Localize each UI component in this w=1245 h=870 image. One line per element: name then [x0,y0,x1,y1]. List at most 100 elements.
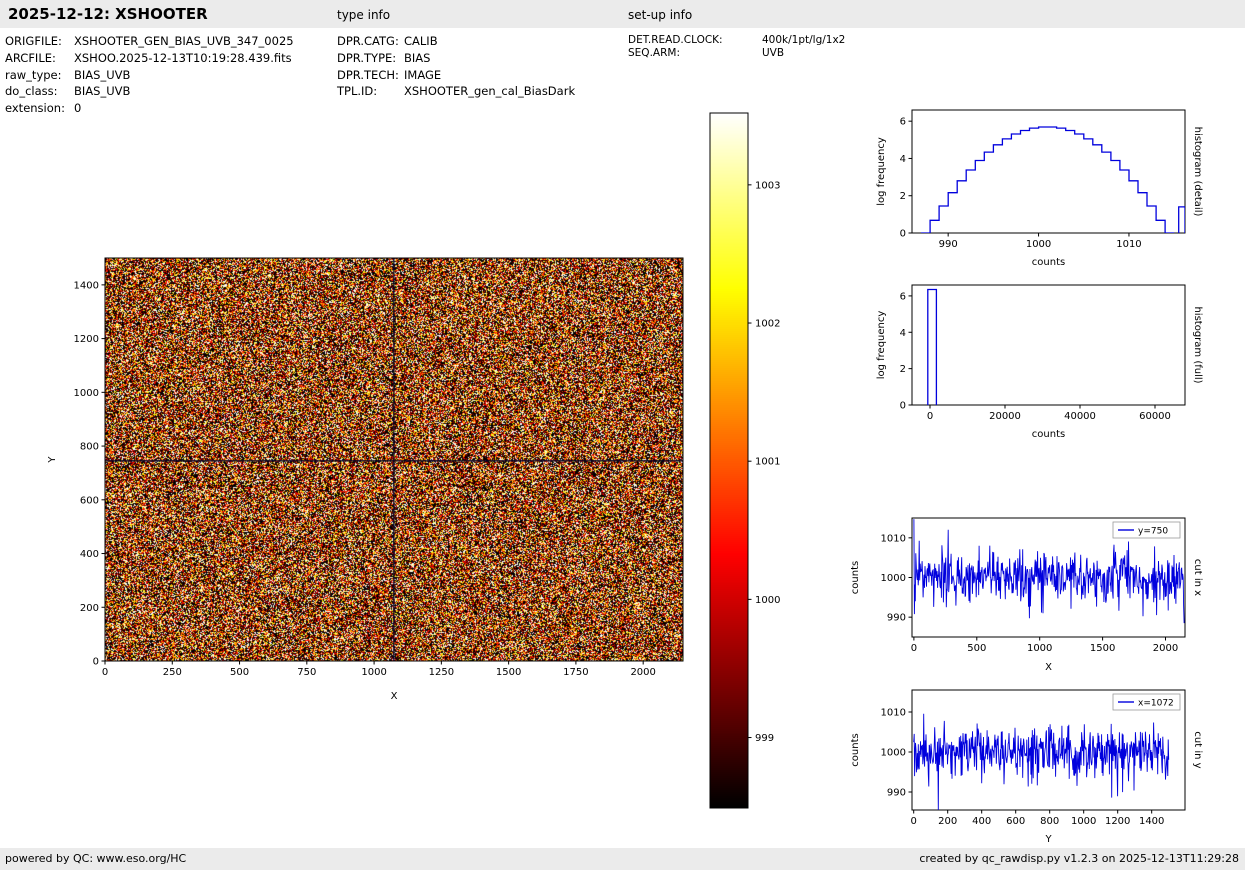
y-tick-label: 1200 [74,334,99,345]
footer-powered-by: powered by QC: www.eso.org/HC [5,852,186,865]
cut-y-plot: 020040060080010001200140099010001010Ycou… [850,690,1203,845]
info-label: ARCFILE: [5,50,74,67]
qc-report-page: { "header": { "title": "2025-12-12: XSHO… [0,0,1245,870]
x-axis-label: Y [1044,834,1052,845]
y-axis-label: counts [850,561,861,594]
info-value: 400k/1pt/lg/1x2 [762,34,845,46]
y-tick-label: 400 [80,549,99,560]
cut-line-series [914,714,1169,810]
info-label: DPR.TYPE: [337,50,404,67]
setup-info-block: DET.READ.CLOCK:400k/1pt/lg/1x2 SEQ.ARM:U… [628,34,845,60]
footer-created-by: created by qc_rawdisp.py v1.2.3 on 2025-… [919,852,1239,865]
colorbar-tick-label: 1002 [755,319,780,330]
x-tick-label: 500 [230,667,249,678]
x-axis-label: X [1045,662,1052,673]
cut-x-plot: 050010001500200099010001010Xcountscut in… [850,518,1203,673]
histogram-edge-bar [1179,207,1185,233]
right-axis-label: histogram (full) [1192,306,1203,383]
x-axis-label: counts [1032,429,1065,440]
type-info-heading: type info [337,8,390,22]
info-value: IMAGE [404,68,441,82]
x-tick-label: 0 [911,816,917,827]
y-tick-label: 1000 [881,573,906,584]
x-tick-label: 400 [972,816,991,827]
y-axis-label: log frequency [876,311,887,380]
setup-info-heading: set-up info [628,8,692,22]
legend: x=1072 [1113,694,1180,710]
info-label: do_class: [5,83,74,100]
page-title: 2025-12-12: XSHOOTER [8,5,208,23]
y-tick-label: 6 [900,291,906,302]
info-value: BIAS_UVB [74,84,130,98]
info-label: DPR.CATG: [337,33,404,50]
legend: y=750 [1113,522,1180,538]
info-value: XSHOO.2025-12-13T10:19:28.439.fits [74,51,292,65]
x-tick-label: 1400 [1139,816,1164,827]
legend-box [1113,694,1180,710]
y-tick-label: 2 [900,364,906,375]
y-tick-label: 1010 [881,708,906,719]
x-axis-label: X [391,691,398,702]
x-axis-label: counts [1032,257,1065,268]
info-value: XSHOOTER_gen_cal_BiasDark [404,84,575,98]
info-label: TPL.ID: [337,83,404,100]
x-tick-label: 1200 [1105,816,1130,827]
x-tick-label: 990 [939,239,958,250]
info-value: 0 [74,101,81,115]
y-tick-label: 1000 [881,748,906,759]
x-tick-label: 20000 [989,411,1021,422]
y-tick-label: 0 [93,657,99,668]
x-tick-label: 60000 [1139,411,1171,422]
y-tick-label: 990 [887,613,906,624]
plot-border [912,690,1185,810]
info-row-seqarm: SEQ.ARM:UVB [628,47,845,60]
footer-bar: powered by QC: www.eso.org/HC created by… [0,848,1245,870]
x-tick-label: 500 [967,643,986,654]
colorbar-tick-label: 1001 [755,457,780,468]
type-info-block: DPR.CATG:CALIB DPR.TYPE:BIAS DPR.TECH:IM… [337,33,575,100]
x-tick-label: 2000 [1153,643,1178,654]
x-tick-label: 750 [297,667,316,678]
y-tick-label: 990 [887,788,906,799]
x-tick-label: 1000 [1071,816,1096,827]
bias-frame-image [105,258,683,661]
x-tick-label: 0 [911,643,917,654]
x-tick-label: 600 [1006,816,1025,827]
y-tick-label: 1010 [881,533,906,544]
x-tick-label: 0 [927,411,933,422]
y-tick-label: 200 [80,603,99,614]
info-value: BIAS [404,51,430,65]
info-value: XSHOOTER_GEN_BIAS_UVB_347_0025 [74,34,294,48]
colorbar-tick-label: 1003 [755,180,780,191]
y-tick-label: 1000 [74,388,99,399]
info-row-dprtech: DPR.TECH:IMAGE [337,67,575,84]
legend-label: y=750 [1138,527,1168,537]
info-row-doclass: do_class:BIAS_UVB [5,83,294,100]
right-axis-label: cut in x [1192,559,1203,596]
plot-border [912,110,1185,233]
y-tick-label: 0 [900,401,906,412]
info-row-readclock: DET.READ.CLOCK:400k/1pt/lg/1x2 [628,34,845,47]
info-label: extension: [5,100,74,117]
x-tick-label: 1500 [1090,643,1115,654]
info-value: UVB [762,47,784,59]
info-value: CALIB [404,34,438,48]
info-row-arcfile: ARCFILE:XSHOO.2025-12-13T10:19:28.439.fi… [5,50,294,67]
x-tick-label: 40000 [1064,411,1096,422]
x-tick-label: 250 [163,667,182,678]
y-axis-label: log frequency [876,137,887,206]
x-tick-label: 0 [102,667,108,678]
legend-label: x=1072 [1138,699,1174,709]
x-tick-label: 1500 [496,667,521,678]
info-label: DET.READ.CLOCK: [628,34,762,47]
info-row-rawtype: raw_type:BIAS_UVB [5,67,294,84]
x-tick-label: 2000 [630,667,655,678]
right-axis-label: histogram (detail) [1192,127,1203,217]
colorbar-tick-label: 999 [755,733,774,744]
info-row-tplid: TPL.ID:XSHOOTER_gen_cal_BiasDark [337,83,575,100]
info-label: SEQ.ARM: [628,47,762,60]
info-label: raw_type: [5,67,74,84]
y-axis-label: counts [850,733,861,766]
cut-line-series [914,519,1184,623]
plot-border [912,518,1185,637]
